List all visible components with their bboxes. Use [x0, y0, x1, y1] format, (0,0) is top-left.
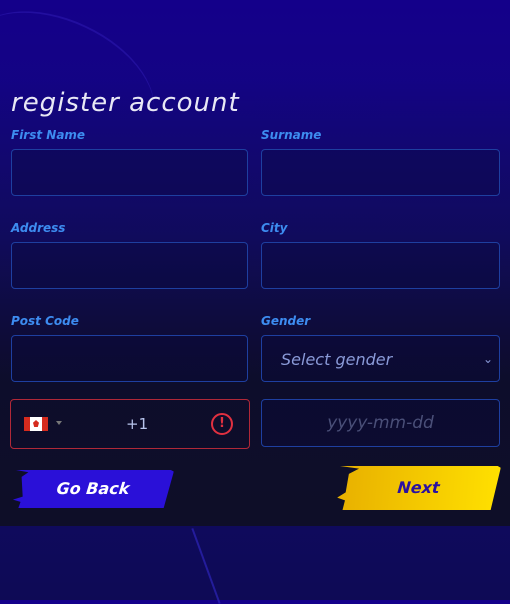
- gender-select[interactable]: Select gender ⌄: [261, 335, 500, 382]
- page-title: register account: [11, 88, 240, 118]
- register-form: register account First Name Surname Addr…: [0, 0, 510, 526]
- address-field[interactable]: [11, 242, 248, 289]
- address-input[interactable]: [12, 243, 247, 288]
- next-button[interactable]: Next: [336, 466, 501, 510]
- city-field[interactable]: [261, 242, 500, 289]
- surname-field[interactable]: [261, 149, 500, 196]
- first-name-label: First Name: [11, 128, 86, 142]
- chevron-down-icon: ⌄: [482, 352, 493, 366]
- phone-field[interactable]: +1 !: [10, 399, 250, 449]
- gender-selected-value: Select gender: [281, 350, 393, 369]
- canada-flag-icon[interactable]: [24, 417, 48, 431]
- city-label: City: [261, 221, 288, 235]
- background-line: [191, 528, 221, 604]
- city-input[interactable]: [262, 243, 499, 288]
- first-name-input[interactable]: [12, 150, 247, 195]
- go-back-button[interactable]: Go Back: [12, 470, 174, 508]
- address-label: Address: [11, 221, 66, 235]
- surname-input[interactable]: [262, 150, 499, 195]
- post-code-input[interactable]: [12, 336, 247, 381]
- caret-down-icon[interactable]: [56, 421, 62, 425]
- warning-icon: !: [211, 413, 233, 435]
- post-code-label: Post Code: [11, 314, 79, 328]
- dial-code: +1: [126, 415, 149, 433]
- post-code-field[interactable]: [11, 335, 248, 382]
- dob-placeholder: yyyy-mm-dd: [327, 413, 434, 433]
- gender-label: Gender: [261, 314, 311, 328]
- first-name-field[interactable]: [11, 149, 248, 196]
- surname-label: Surname: [261, 128, 322, 142]
- dob-field[interactable]: yyyy-mm-dd: [261, 399, 500, 447]
